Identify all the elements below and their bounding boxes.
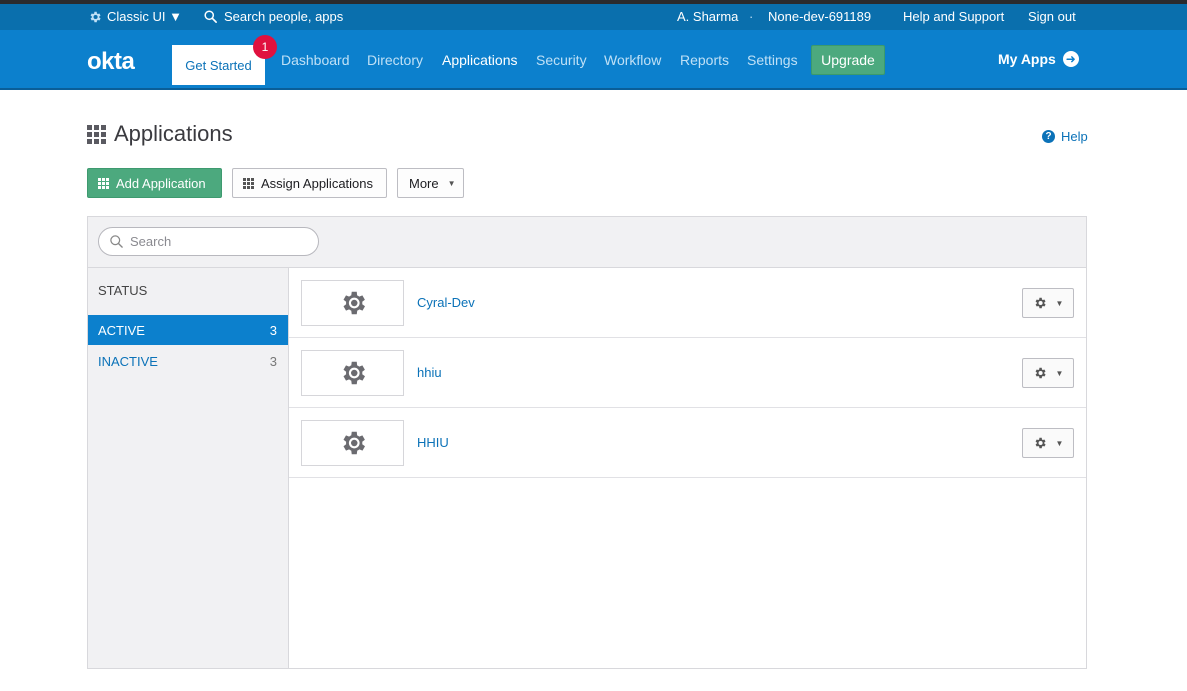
app-name-link[interactable]: HHIU (417, 435, 449, 450)
help-and-support-link[interactable]: Help and Support (903, 9, 1004, 24)
nav-security[interactable]: Security (536, 52, 587, 68)
sidebar-item-label: INACTIVE (98, 353, 158, 369)
classic-ui-toggle[interactable]: Classic UI ▼ (88, 9, 182, 24)
org-name: None-dev-691189 (768, 9, 872, 24)
applications-panel: STATUS ACTIVE 3 INACTIVE 3 Cyral-Dev ▼ (87, 216, 1087, 669)
assign-applications-label: Assign Applications (261, 175, 374, 191)
app-name-link[interactable]: Cyral-Dev (417, 295, 475, 310)
search-bar (88, 217, 1086, 268)
sidebar-item-label: ACTIVE (98, 322, 145, 338)
upgrade-button[interactable]: Upgrade (811, 45, 885, 75)
search-input[interactable] (130, 234, 310, 249)
assign-apps-icon (243, 177, 254, 189)
app-list: Cyral-Dev ▼ hhiu ▼ HHIU ▼ (289, 268, 1086, 478)
add-application-button[interactable]: Add Application (87, 168, 222, 198)
list-item: HHIU ▼ (289, 408, 1086, 478)
gear-icon (343, 431, 365, 455)
app-settings-dropdown[interactable]: ▼ (1022, 288, 1074, 318)
app-settings-dropdown[interactable]: ▼ (1022, 358, 1074, 388)
app-logo[interactable] (301, 350, 404, 396)
separator-dot: · (749, 9, 754, 24)
list-item: Cyral-Dev ▼ (289, 268, 1086, 338)
nav-dashboard[interactable]: Dashboard (281, 52, 350, 68)
apps-grid-icon (87, 124, 106, 144)
nav-directory[interactable]: Directory (367, 52, 423, 68)
app-name-link[interactable]: hhiu (417, 365, 442, 380)
list-item: hhiu ▼ (289, 338, 1086, 408)
page-title-text: Applications (114, 121, 233, 146)
arrow-right-icon: ➜ (1062, 51, 1079, 67)
gear-icon (1035, 367, 1046, 379)
caret-down-icon: ▼ (447, 178, 456, 188)
more-label: More (409, 175, 439, 191)
sidebar-item-inactive[interactable]: INACTIVE 3 (88, 346, 288, 376)
status-sidebar: STATUS ACTIVE 3 INACTIVE 3 (88, 268, 289, 668)
sidebar-item-active[interactable]: ACTIVE 3 (88, 315, 288, 345)
sign-out-link[interactable]: Sign out (1028, 9, 1076, 24)
classic-ui-label: Classic UI ▼ (107, 9, 182, 24)
search-icon (110, 235, 123, 248)
gear-icon (1035, 437, 1046, 449)
user-name[interactable]: A. Sharma (677, 9, 738, 24)
nav-workflow[interactable]: Workflow (604, 52, 661, 68)
sidebar-item-count: 3 (269, 322, 277, 338)
gear-icon (343, 291, 365, 315)
help-label: Help (1061, 129, 1088, 144)
page-title: Applications (87, 121, 233, 147)
status-heading: STATUS (98, 283, 148, 298)
caret-down-icon: ▼ (1055, 298, 1064, 308)
utility-bar: Classic UI ▼ Search people, apps A. Shar… (0, 4, 1187, 30)
help-icon: ? (1042, 130, 1055, 143)
caret-down-icon: ▼ (1055, 438, 1064, 448)
gear-icon (343, 361, 365, 385)
sidebar-item-count: 3 (269, 353, 277, 369)
add-application-label: Add Application (116, 175, 206, 191)
main-nav: okta Get Started 1 Dashboard Directory A… (0, 30, 1187, 90)
add-app-icon (98, 177, 109, 189)
gear-icon (1035, 297, 1046, 309)
global-search-label: Search people, apps (224, 9, 344, 24)
more-dropdown[interactable]: More ▼ (397, 168, 464, 198)
global-search[interactable]: Search people, apps (203, 9, 343, 24)
my-apps-label: My Apps (998, 51, 1056, 67)
okta-logo[interactable]: okta (87, 48, 135, 76)
caret-down-icon: ▼ (1055, 368, 1064, 378)
assign-applications-button[interactable]: Assign Applications (232, 168, 387, 198)
app-logo[interactable] (301, 420, 404, 466)
app-settings-dropdown[interactable]: ▼ (1022, 428, 1074, 458)
get-started-tab[interactable]: Get Started (172, 45, 265, 85)
nav-reports[interactable]: Reports (680, 52, 729, 68)
notification-badge: 1 (253, 35, 277, 59)
gear-icon (90, 11, 101, 22)
app-logo[interactable] (301, 280, 404, 326)
my-apps-link[interactable]: My Apps ➜ (998, 51, 1079, 67)
search-icon (204, 10, 217, 23)
nav-settings[interactable]: Settings (747, 52, 798, 68)
search-box (98, 227, 319, 256)
nav-applications[interactable]: Applications (442, 52, 518, 68)
help-link[interactable]: ? Help (1042, 129, 1088, 144)
